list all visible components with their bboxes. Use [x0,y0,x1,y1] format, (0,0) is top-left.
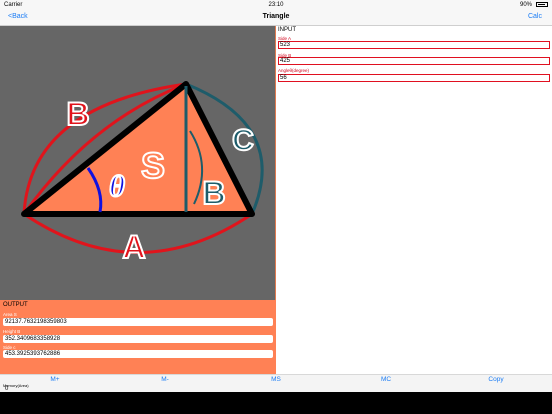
page-title: Triangle [262,13,290,20]
output-panel: OUTPUT Area S 92137.7632198359803 Height… [0,300,276,374]
triangle-diagram: B C S θ B A [0,26,276,300]
battery-icon [536,2,548,7]
height-output-field[interactable]: 352.3409683358928 [3,335,273,343]
calc-button[interactable]: Calc [528,13,542,20]
ms-button[interactable]: MS [271,376,281,383]
area-output-field[interactable]: 92137.7632198359803 [3,318,273,326]
area-label: Area S [3,312,17,317]
status-time: 23:10 [268,2,284,8]
nav-bar: <Back Triangle Calc [0,10,552,26]
label-b-height: B [202,175,225,211]
output-heading: OUTPUT [3,302,28,308]
side-b-input[interactable]: 425 [278,57,550,65]
angle-label: Angleθ(degree) [278,68,310,73]
height-label: Height B [3,329,21,334]
battery-percent: 90% [519,2,532,8]
label-b-side: B [66,96,89,132]
input-heading: INPUT [278,27,296,33]
m-plus-button[interactable]: M+ [50,376,59,383]
status-bar: Carrier 23:10 90% [0,0,552,10]
copy-button[interactable]: Copy [488,376,503,383]
label-theta: θ [109,170,125,203]
label-s: S [141,145,165,186]
memory-toolbar: M+ M- MS MC Copy Memory(Area) 0 [0,374,552,392]
label-c: C [232,124,254,157]
angle-input[interactable]: 56 [278,74,550,82]
label-a: A [122,229,145,265]
m-minus-button[interactable]: M- [161,376,169,383]
input-panel: INPUT Side A 523 Side B 425 Angleθ(degre… [277,26,552,374]
side-c-output-field[interactable]: 453.3925393762886 [3,350,273,358]
mc-button[interactable]: MC [381,376,391,383]
bottom-bar [0,392,552,414]
side-a-input[interactable]: 523 [278,41,550,49]
triangle-figure: B C S θ B A [21,81,264,266]
